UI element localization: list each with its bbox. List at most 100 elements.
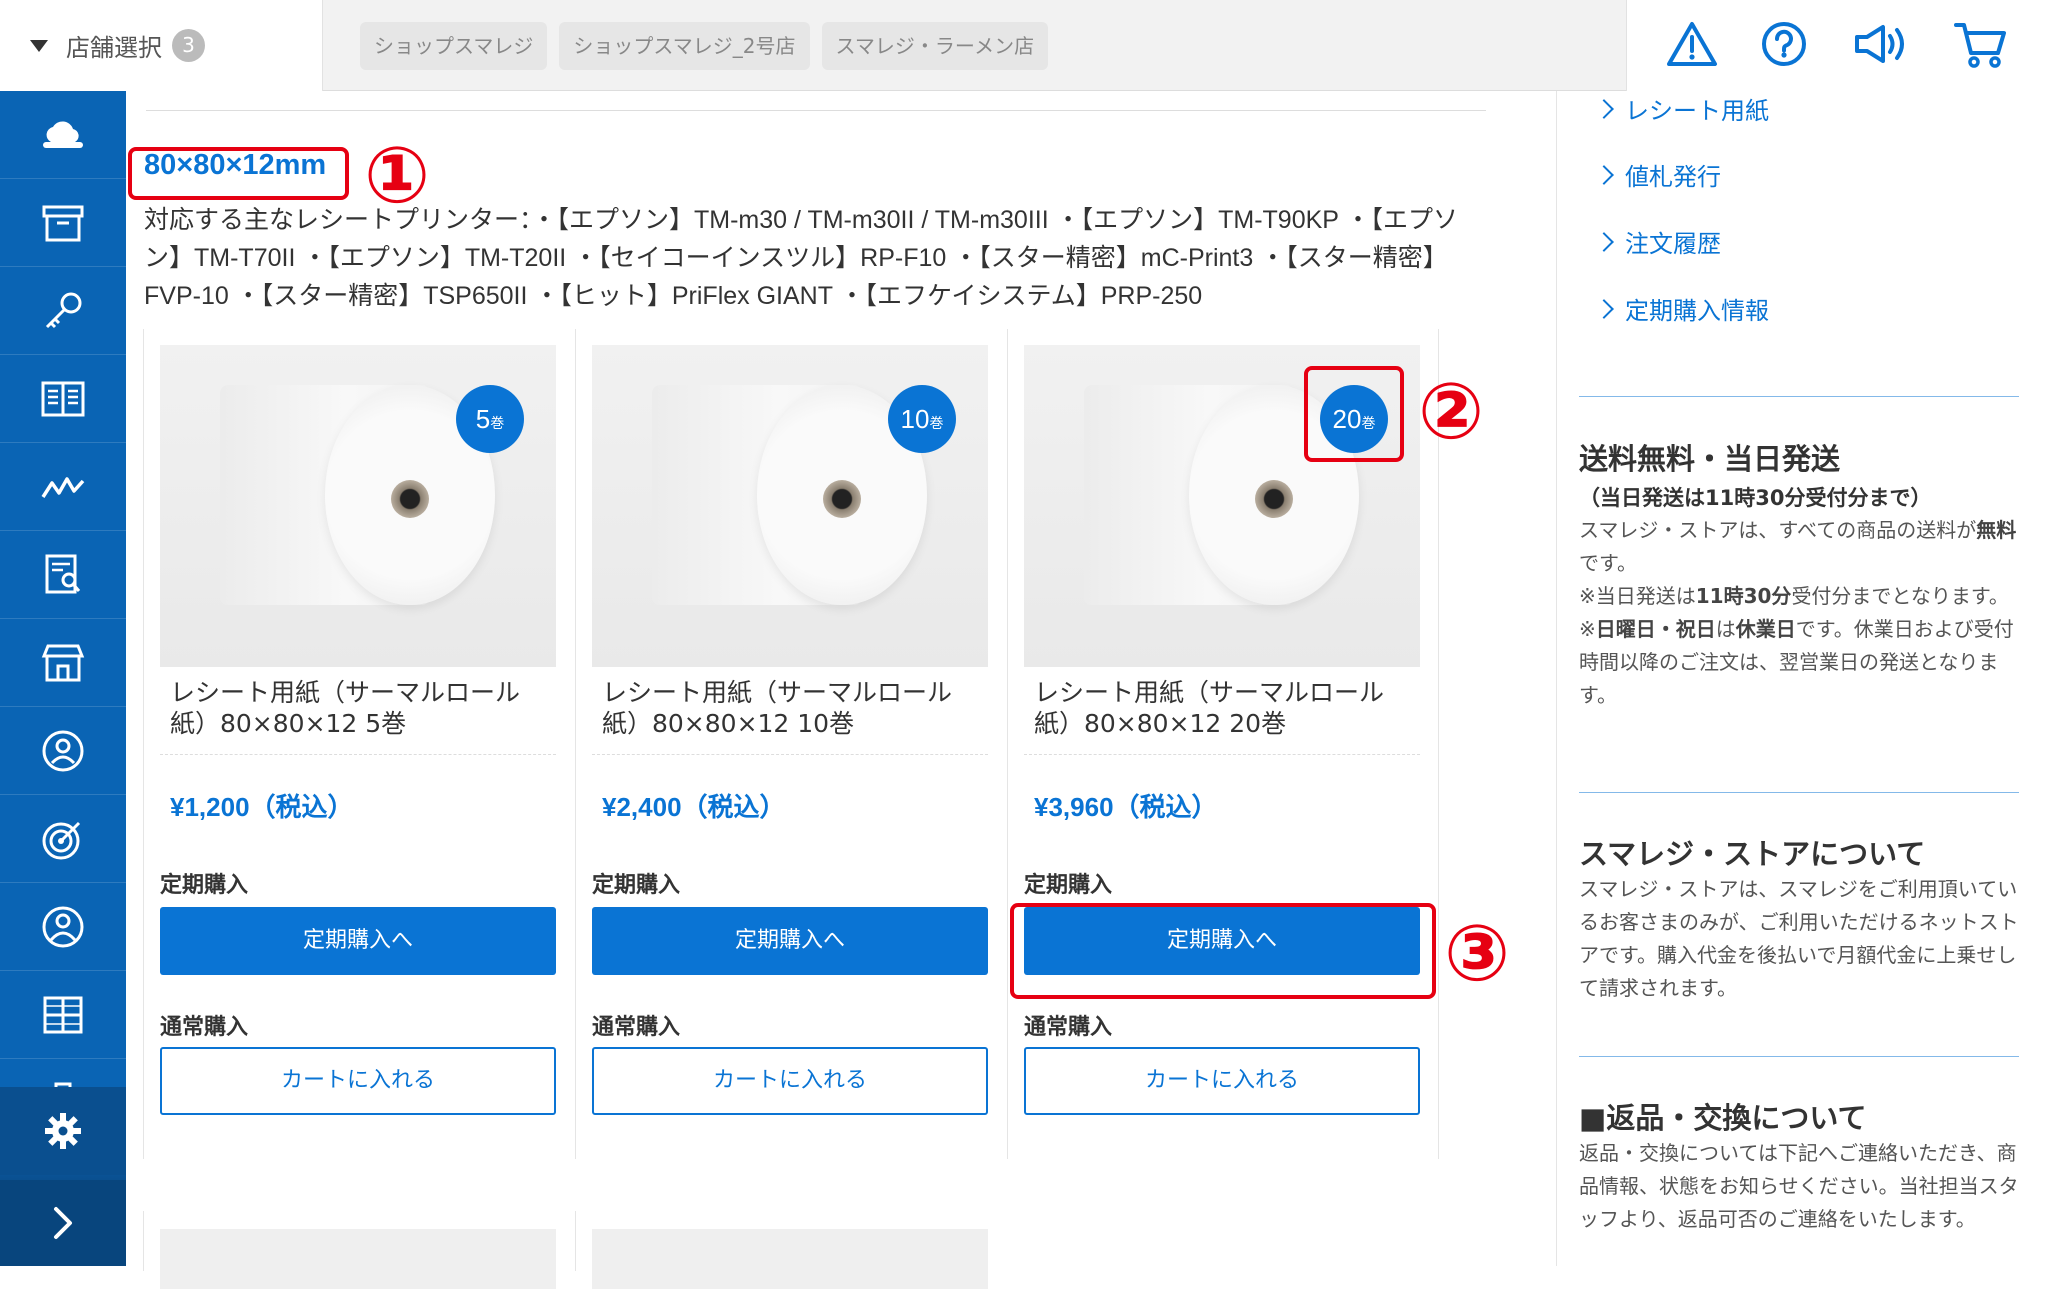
- store-icon[interactable]: [0, 619, 126, 707]
- cart-icon[interactable]: [1953, 19, 2009, 73]
- roll-core: [823, 480, 861, 518]
- shipping-subheading: （当日発送は11時30分受付分まで）: [1579, 486, 1932, 510]
- about-heading: スマレジ・ストアについて: [1579, 837, 1926, 871]
- archive-icon[interactable]: [0, 179, 126, 267]
- compatible-printers-text: 対応する主なレシートプリンター：・【エプソン】TM-m30 / TM-m30II…: [144, 206, 1458, 310]
- top-icon-group: [1626, 0, 2048, 91]
- badge-number: 10: [900, 404, 930, 434]
- product-image[interactable]: [592, 1229, 988, 1289]
- store-select-label: 店舗選択: [66, 34, 162, 62]
- sidebar-link-subscription-info[interactable]: 定期購入情報: [1594, 291, 1769, 326]
- top-bar: 店舗選択 3 ショップスマレジ ショップスマレジ_2号店 スマレジ・ラーメン店: [0, 0, 2048, 91]
- shipping-text-part: ※: [1579, 617, 1596, 641]
- badge-number: 5: [475, 404, 491, 434]
- shipping-text-emphasis: 日曜日・祝日: [1595, 617, 1716, 641]
- megaphone-icon[interactable]: [1851, 20, 1911, 72]
- sidebar-link-label: レシート用紙: [1625, 97, 1769, 125]
- normal-purchase-label: 通常購入: [1024, 1015, 1113, 1040]
- returns-text: 返品・交換については下記へご連絡いただき、商品情報、状態をお知らせください。当社…: [1579, 1141, 2019, 1231]
- quantity-badge: 5巻: [456, 385, 524, 453]
- shipping-text-part: 受付分までとなります。: [1791, 584, 2009, 608]
- annotation-number-2: ②: [1418, 367, 1485, 457]
- shipping-text-emphasis: 無料: [1976, 518, 2017, 542]
- store-tab[interactable]: スマレジ・ラーメン店: [821, 22, 1049, 70]
- chevron-right-icon: [1594, 98, 1614, 119]
- shipping-text: スマレジ・ストアは、すべての商品の送料が無料です。 ※当日発送は11時30分受付…: [1579, 514, 2019, 712]
- sidebar-link-receipt-paper[interactable]: レシート用紙: [1594, 91, 1769, 126]
- divider: [1579, 396, 2019, 397]
- add-to-cart-button[interactable]: カートに入れる: [592, 1047, 988, 1115]
- person-icon[interactable]: [0, 883, 126, 971]
- divider: [1024, 754, 1420, 755]
- divider: [592, 754, 988, 755]
- annotation-box-2: [1304, 366, 1404, 462]
- chevron-right-icon: [1594, 298, 1614, 319]
- product-name[interactable]: レシート用紙（サーマルロール紙）80×80×12 20巻: [1034, 677, 1414, 739]
- product-image[interactable]: 5巻: [160, 345, 556, 667]
- quantity-badge: 10巻: [888, 385, 956, 453]
- product-price: ¥1,200（税込）: [170, 792, 354, 822]
- divider: [1579, 792, 2019, 793]
- divider: [1579, 1056, 2019, 1057]
- product-card: [575, 1211, 1007, 1289]
- divider: [160, 754, 556, 755]
- product-price: ¥3,960（税込）: [1034, 792, 1218, 822]
- annotation-box-3: [1010, 903, 1436, 999]
- product-card: 5巻 レシート用紙（サーマルロール紙）80×80×12 5巻 ¥1,200（税込…: [143, 329, 575, 1159]
- shipping-text-emphasis: 休業日: [1735, 617, 1796, 641]
- subscribe-button[interactable]: 定期購入へ: [592, 907, 988, 975]
- sidebar-link-price-tag[interactable]: 値札発行: [1594, 157, 1721, 192]
- product-name[interactable]: レシート用紙（サーマルロール紙）80×80×12 5巻: [170, 677, 550, 739]
- report-icon[interactable]: [0, 531, 126, 619]
- book-icon[interactable]: [0, 355, 126, 443]
- main-content: 80×80×12mm ① 対応する主なレシートプリンター：・【エプソン】TM-m…: [126, 91, 1556, 1289]
- shipping-text-part: です。: [1579, 551, 1637, 575]
- shipping-text-part: は: [1715, 617, 1736, 641]
- subscription-label: 定期購入: [592, 873, 681, 898]
- store-tabs: ショップスマレジ ショップスマレジ_2号店 スマレジ・ラーメン店: [360, 22, 1049, 70]
- subscription-label: 定期購入: [160, 873, 249, 898]
- chevron-right-icon: [1594, 164, 1614, 185]
- help-icon[interactable]: [1760, 20, 1808, 72]
- warning-icon[interactable]: [1666, 20, 1718, 72]
- product-name[interactable]: レシート用紙（サーマルロール紙）80×80×12 10巻: [602, 677, 982, 739]
- sidebar-link-label: 値札発行: [1625, 163, 1721, 191]
- product-card: 10巻 レシート用紙（サーマルロール紙）80×80×12 10巻 ¥2,400（…: [575, 329, 1007, 1159]
- key-icon[interactable]: [0, 267, 126, 355]
- product-grid: 5巻 レシート用紙（サーマルロール紙）80×80×12 5巻 ¥1,200（税込…: [143, 329, 1443, 1159]
- shipping-text-part: スマレジ・ストアは、すべての商品の送料が: [1579, 518, 1977, 542]
- apps-icon[interactable]: [0, 971, 126, 1059]
- store-tab[interactable]: ショップスマレジ_2号店: [559, 22, 810, 70]
- sidebar-link-label: 定期購入情報: [1625, 297, 1769, 325]
- roll-core: [391, 480, 429, 518]
- returns-heading: ■返品・交換について: [1579, 1101, 1867, 1135]
- add-to-cart-button[interactable]: カートに入れる: [1024, 1047, 1420, 1115]
- product-card: [143, 1211, 575, 1289]
- add-to-cart-button[interactable]: カートに入れる: [160, 1047, 556, 1115]
- sidebar-link-order-history[interactable]: 注文履歴: [1594, 224, 1721, 259]
- subscription-label: 定期購入: [1024, 873, 1113, 898]
- about-text: スマレジ・ストアは、スマレジをご利用頂いているお客さまのみが、ご利用いただけるネ…: [1579, 877, 2019, 1000]
- caret-down-icon: [30, 39, 48, 52]
- store-select-dropdown[interactable]: 店舗選択 3: [0, 0, 323, 91]
- shipping-text-emphasis: 11時30分: [1695, 584, 1792, 608]
- subscribe-button[interactable]: 定期購入へ: [160, 907, 556, 975]
- user-badge-icon[interactable]: [0, 707, 126, 795]
- chevron-right-icon[interactable]: [0, 1180, 126, 1266]
- roll-core: [1255, 480, 1293, 518]
- chevron-right-icon: [1594, 231, 1614, 252]
- target-icon[interactable]: [0, 795, 126, 883]
- right-sidebar: レシート用紙 値札発行 注文履歴 定期購入情報 送料無料・当日発送 （当日発送は…: [1556, 91, 2048, 1266]
- store-count-badge: 3: [172, 29, 205, 62]
- gear-icon[interactable]: [0, 1087, 126, 1175]
- side-nav: [0, 91, 126, 1266]
- product-image[interactable]: [160, 1229, 556, 1289]
- store-tab[interactable]: ショップスマレジ: [360, 22, 548, 70]
- normal-purchase-label: 通常購入: [160, 1015, 249, 1040]
- annotation-box-1: [128, 147, 349, 200]
- chart-icon[interactable]: [0, 443, 126, 531]
- product-image[interactable]: 10巻: [592, 345, 988, 667]
- badge-unit: 巻: [929, 416, 944, 432]
- shipping-text-part: ※当日発送は: [1579, 584, 1696, 608]
- cloud-icon[interactable]: [0, 91, 126, 179]
